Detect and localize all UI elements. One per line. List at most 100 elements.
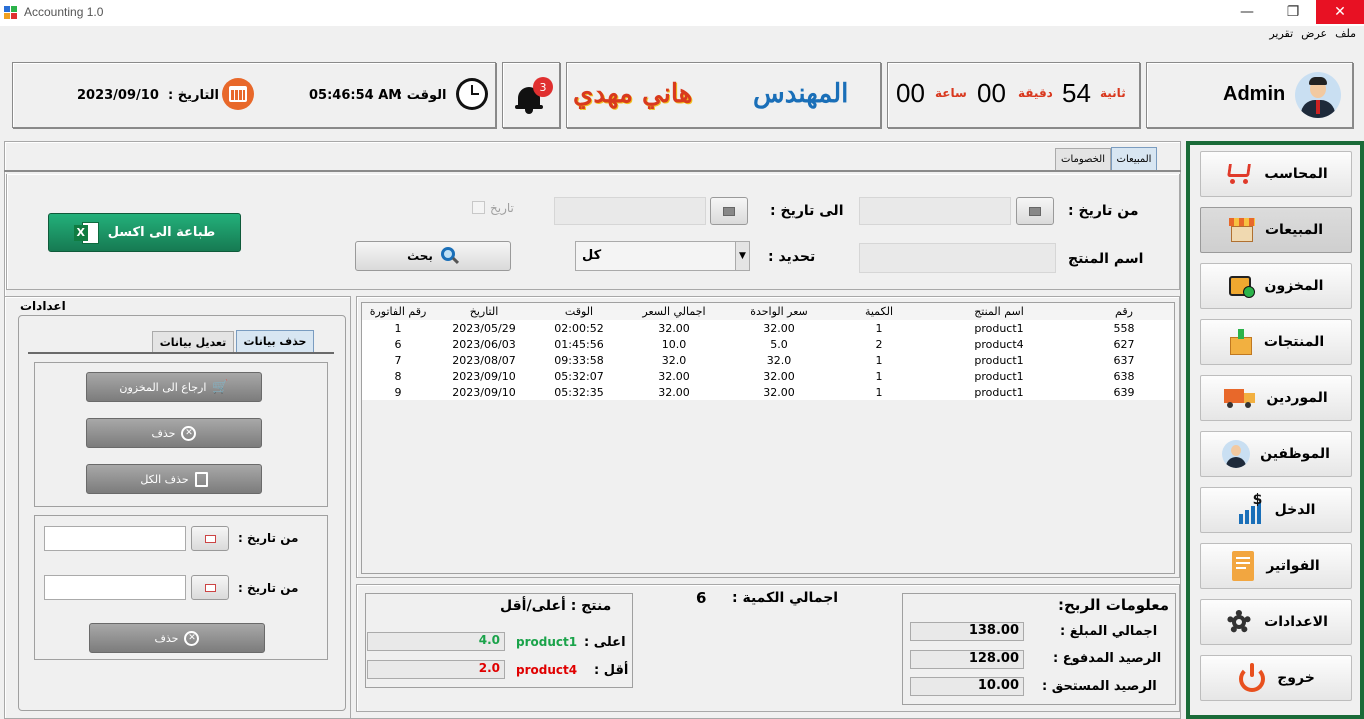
engineer-title: المهندس — [753, 79, 849, 109]
export-excel-button[interactable]: X طباعة الى اكسل — [48, 213, 241, 252]
table-cell: 2023/05/29 — [452, 321, 516, 335]
datetime-box: الوقت : 05:46:54 AM التاريخ : 2023/09/10 — [12, 62, 496, 128]
from-date-field[interactable] — [859, 197, 1011, 225]
table-cell: 05:32:07 — [554, 369, 604, 383]
to-date-label: الى تاريخ : — [770, 203, 844, 219]
date-value: 2023/09/10 — [77, 88, 159, 103]
sidebar-item-employees[interactable]: الموظفين — [1200, 431, 1352, 477]
col-header-invoice[interactable]: رقم الفاتورة — [362, 303, 434, 320]
col-header-unit-price[interactable]: سعر الواحدة — [724, 303, 834, 320]
tab-discounts[interactable]: الخصومات — [1055, 148, 1111, 170]
total-amount-value: 138.00 — [910, 622, 1024, 641]
close-circle-icon: ✕ — [184, 630, 200, 646]
excel-icon: X — [73, 221, 100, 245]
type-select[interactable]: كل ▼ — [575, 241, 750, 271]
delete-button[interactable]: حذف ✕ — [86, 418, 262, 448]
col-header-date[interactable]: التاريخ — [434, 303, 534, 320]
seconds-value: 54 — [1062, 78, 1091, 108]
total-amount-label: اجمالي المبلغ : — [1060, 624, 1158, 639]
col-header-time[interactable]: الوقت — [534, 303, 624, 320]
search-button[interactable]: بحث — [355, 241, 511, 271]
col-header-total[interactable]: اجمالي السعر — [624, 303, 724, 320]
menu-item-view[interactable]: عرض — [1301, 27, 1327, 40]
table-cell: 1 — [875, 369, 883, 383]
sidebar-item-suppliers[interactable]: الموردين — [1200, 375, 1352, 421]
delete-all-button[interactable]: حذف الكل — [86, 464, 262, 494]
col-header-product[interactable]: اسم المنتج — [924, 303, 1074, 320]
table-cell: 32.00 — [763, 385, 795, 399]
sidebar-item-income[interactable]: الدخل $ — [1200, 487, 1352, 533]
table-row[interactable]: 637 product1 1 32.0 32.0 09:33:58 2023/08/07 7 — [362, 352, 1174, 368]
time-label: الوقت : — [397, 88, 447, 103]
col-header-qty[interactable]: الكمية — [834, 303, 924, 320]
range-date-field-2[interactable] — [44, 575, 186, 600]
menu-item-file[interactable]: ملف — [1335, 27, 1356, 40]
table-cell: 1 — [394, 321, 402, 335]
product-name-field[interactable] — [859, 243, 1056, 273]
table-cell: 02:00:52 — [554, 321, 604, 335]
seconds-label: ثانية — [1100, 86, 1126, 100]
sidebar-item-settings[interactable]: الاعدادات — [1200, 599, 1352, 645]
to-date-calendar-button[interactable] — [710, 197, 748, 225]
minimize-button[interactable]: — — [1224, 0, 1270, 24]
maximize-button[interactable]: ❐ — [1270, 0, 1316, 24]
tab-edit-data[interactable]: تعديل بيانات — [152, 331, 234, 352]
date-checkbox[interactable] — [472, 201, 485, 214]
total-quantity-value: 6 — [696, 589, 707, 607]
session-timer: ثانية 54 دقيقة 00 ساعة 00 — [887, 62, 1140, 128]
low-product-name: product4 — [516, 663, 578, 677]
table-cell: 5.0 — [770, 337, 788, 351]
user-name: Admin — [1223, 83, 1286, 105]
from-date-calendar-button[interactable] — [1016, 197, 1054, 225]
date-label: التاريخ : — [168, 88, 219, 103]
title-bar: Accounting 1.0 — ❐ ✕ — [0, 0, 1364, 26]
sidebar-item-inventory[interactable]: المخزون — [1200, 263, 1352, 309]
table-row[interactable]: 558 product1 1 32.00 32.00 02:00:52 2023/05/29… — [362, 320, 1174, 336]
sidebar-item-products[interactable]: المنتجات — [1200, 319, 1352, 365]
date-checkbox-label: تاريخ — [490, 201, 514, 215]
sidebar-item-invoices[interactable]: الفواتير — [1200, 543, 1352, 589]
table-cell: 32.00 — [658, 321, 690, 335]
table-cell: 32.00 — [763, 369, 795, 383]
search-icon — [440, 247, 459, 265]
avatar — [1295, 72, 1341, 118]
table-cell: 9 — [394, 385, 402, 399]
table-cell: 32.00 — [763, 321, 795, 335]
table-cell: 32.00 — [658, 385, 690, 399]
tab-sales[interactable]: المبيعات — [1111, 147, 1157, 171]
range-date-2-calendar-button[interactable] — [191, 575, 229, 600]
sidebar-item-sales[interactable]: المبيعات — [1200, 207, 1352, 253]
cart-return-icon: 🛒 — [212, 379, 229, 395]
store-icon — [1228, 218, 1255, 242]
sidebar-item-exit[interactable]: خروج — [1200, 655, 1352, 701]
settings-title: اعدادات — [20, 299, 66, 313]
tab-underline — [4, 170, 1181, 172]
table-row[interactable]: 638 product1 1 32.00 32.00 05:32:07 2023/09/10… — [362, 368, 1174, 384]
hours-value: 00 — [896, 78, 925, 108]
minutes-value: 00 — [977, 78, 1006, 108]
sidebar-item-accountant[interactable]: المحاسب — [1200, 151, 1352, 197]
table-cell: 01:45:56 — [554, 337, 604, 351]
user-box: Admin — [1146, 62, 1353, 128]
table-row[interactable]: 639 product1 1 32.00 32.00 05:32:35 2023/09/10… — [362, 384, 1174, 400]
col-header-id[interactable]: رقم — [1074, 303, 1174, 320]
due-balance-value: 10.00 — [910, 677, 1024, 696]
truck-icon — [1224, 387, 1256, 409]
close-button[interactable]: ✕ — [1316, 0, 1364, 24]
range-date-field-1[interactable] — [44, 526, 186, 551]
calendar-small-icon — [723, 206, 735, 216]
table-cell: 1 — [875, 321, 883, 335]
delete-range-button[interactable]: حذف ✕ — [89, 623, 265, 653]
product-stats-title: منتج : أعلى/أقل — [500, 598, 612, 614]
table-row[interactable]: 627 product4 2 5.0 10.0 01:45:56 2023/06/03 6 — [362, 336, 1174, 352]
type-select-value: كل — [582, 248, 602, 263]
minutes-label: دقيقة — [1018, 86, 1053, 100]
to-date-field[interactable] — [554, 197, 706, 225]
range-date-1-calendar-button[interactable] — [191, 526, 229, 551]
tab-delete-data[interactable]: حذف بيانات — [236, 330, 314, 352]
notifications-box[interactable]: 3 — [502, 62, 560, 128]
table-cell: 1 — [875, 353, 883, 367]
box-icon — [1228, 274, 1255, 298]
return-to-inventory-button[interactable]: ارجاع الى المخزون 🛒 — [86, 372, 262, 402]
menu-item-report[interactable]: تقرير — [1269, 27, 1293, 40]
